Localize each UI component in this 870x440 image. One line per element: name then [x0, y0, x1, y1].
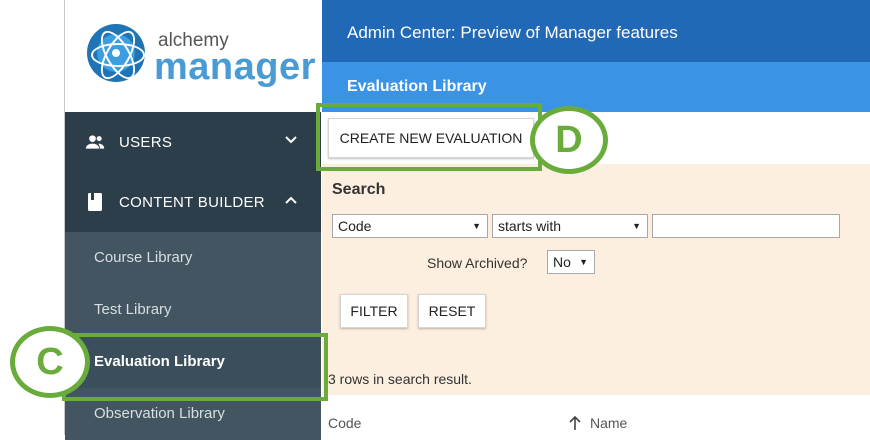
highlight-box-evaluation-library: [62, 333, 328, 401]
page-title: Admin Center: Preview of Manager feature…: [347, 23, 678, 42]
reset-button[interactable]: RESET: [418, 294, 486, 328]
callout-d: D: [530, 106, 608, 174]
search-title: Search: [332, 181, 386, 198]
column-header-name[interactable]: Name: [590, 415, 627, 431]
page-header: Admin Center: Preview of Manager feature…: [322, 0, 870, 62]
sidebar-item-label: Course Library: [94, 249, 193, 266]
search-operator-select[interactable]: starts with ▼: [492, 214, 648, 238]
sidebar-item-users-label: USERS: [119, 134, 173, 151]
sidebar-item-label: Test Library: [94, 301, 172, 318]
search-text-input[interactable]: [652, 214, 840, 238]
column-header-code[interactable]: Code: [328, 415, 361, 431]
users-icon: [85, 135, 105, 149]
results-count: 3 rows in search result.: [328, 371, 472, 387]
sidebar-item-content-builder-label: CONTENT BUILDER: [119, 194, 265, 211]
sidebar-item-users[interactable]: USERS: [65, 112, 321, 172]
highlight-box-create-button: [316, 103, 542, 171]
search-operator-value: starts with: [498, 218, 562, 234]
show-archived-label: Show Archived?: [427, 255, 528, 271]
chevron-up-icon[interactable]: [283, 192, 299, 208]
sidebar-item-test-library[interactable]: Test Library: [65, 284, 321, 336]
sort-up-arrow-icon[interactable]: [568, 415, 582, 431]
logo-area: alchemy manager: [65, 0, 321, 112]
chevron-down-icon[interactable]: [283, 132, 299, 148]
book-icon: [88, 193, 102, 211]
filter-button[interactable]: FILTER: [340, 294, 408, 328]
show-archived-value: No: [553, 254, 571, 270]
show-archived-select[interactable]: No ▼: [547, 250, 595, 274]
atom-logo-icon: [87, 24, 145, 85]
sidebar-item-label: Observation Library: [94, 405, 225, 422]
page-subtitle: Evaluation Library: [347, 78, 487, 95]
dropdown-arrow-icon: ▼: [472, 221, 481, 231]
results-table-header: Code Name: [322, 395, 870, 435]
dropdown-arrow-icon: ▼: [632, 221, 641, 231]
sidebar-item-content-builder[interactable]: CONTENT BUILDER: [65, 172, 321, 232]
callout-c: C: [10, 326, 90, 398]
dropdown-arrow-icon: ▼: [579, 257, 588, 267]
search-panel: Search Code ▼ starts with ▼ Show Archive…: [322, 164, 870, 395]
search-field-value: Code: [338, 218, 372, 234]
search-field-select[interactable]: Code ▼: [332, 214, 488, 238]
logo-text-manager: manager: [154, 46, 316, 88]
sidebar-item-course-library[interactable]: Course Library: [65, 232, 321, 284]
